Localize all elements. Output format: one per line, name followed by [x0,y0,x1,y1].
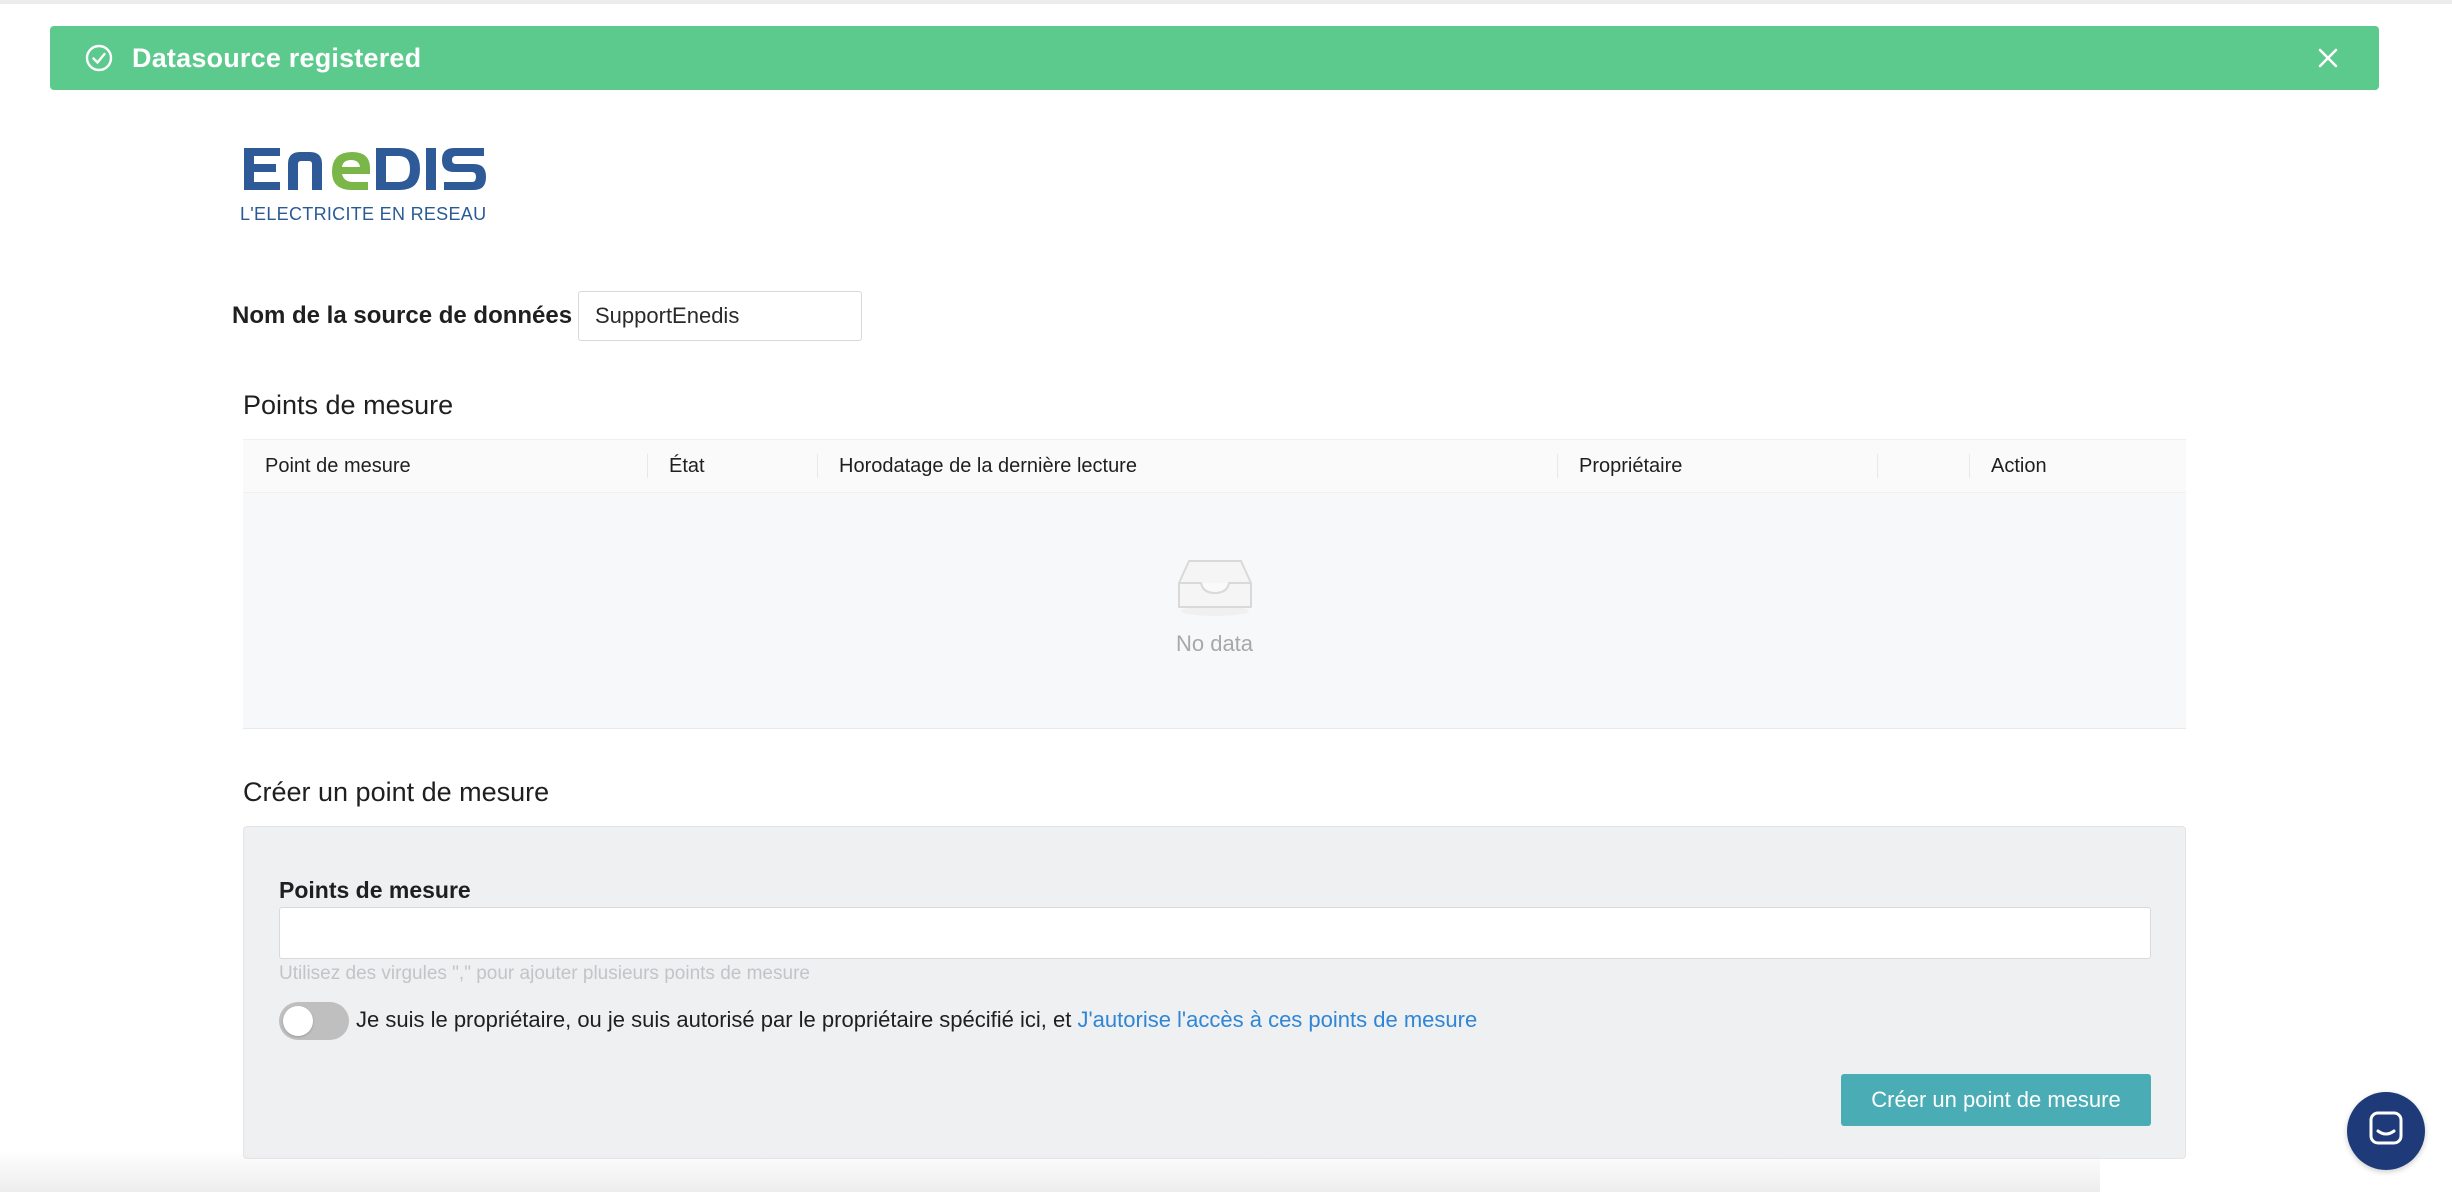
toast-message: Datasource registered [132,42,422,73]
table-body-empty: No data [243,493,2186,729]
logo-tagline: L'ELECTRICITE EN RESEAU [240,204,487,224]
bottom-shadow [0,1150,2100,1192]
consent-text: Je suis le propriétaire, ou je suis auto… [356,1007,1477,1033]
success-toast: Datasource registered [50,26,2379,90]
column-header-state[interactable]: État [647,440,817,492]
owner-consent-toggle[interactable] [279,1002,349,1040]
column-header-measure-point[interactable]: Point de mesure [243,440,647,492]
measure-points-field-label: Points de mesure [279,877,471,903]
column-header-blank [1877,440,1969,492]
datasource-name-input[interactable] [578,291,862,341]
column-header-action[interactable]: Action [1969,440,2186,492]
consent-link[interactable]: J'autorise l'accès à ces points de mesur… [1077,1007,1477,1032]
datasource-name-label: Nom de la source de données [232,302,573,329]
check-circle-icon [84,43,114,73]
consent-statement: Je suis le propriétaire, ou je suis auto… [356,1007,1072,1032]
inbox-icon [1175,553,1255,617]
create-measure-point-form: Points de mesure Utilisez des virgules "… [243,826,2186,1159]
chat-icon [2367,1110,2405,1153]
create-section-title: Créer un point de mesure [243,777,550,807]
measure-points-help-text: Utilisez des virgules "," pour ajouter p… [279,963,810,984]
close-icon[interactable] [2313,43,2343,73]
chat-launcher-button[interactable] [2347,1092,2425,1170]
toggle-knob [283,1006,313,1036]
enedis-logo: L'ELECTRICITE EN RESEAU [240,142,490,232]
top-divider [0,0,2452,4]
column-header-owner[interactable]: Propriétaire [1557,440,1877,492]
create-measure-point-button[interactable]: Créer un point de mesure [1841,1074,2151,1126]
measure-points-table: Point de mesure État Horodatage de la de… [243,439,2186,729]
measure-points-input[interactable] [279,907,2151,959]
column-header-last-reading[interactable]: Horodatage de la dernière lecture [817,440,1557,492]
measure-points-title: Points de mesure [243,390,454,420]
table-header: Point de mesure État Horodatage de la de… [243,439,2186,493]
empty-text: No data [1175,631,1254,656]
